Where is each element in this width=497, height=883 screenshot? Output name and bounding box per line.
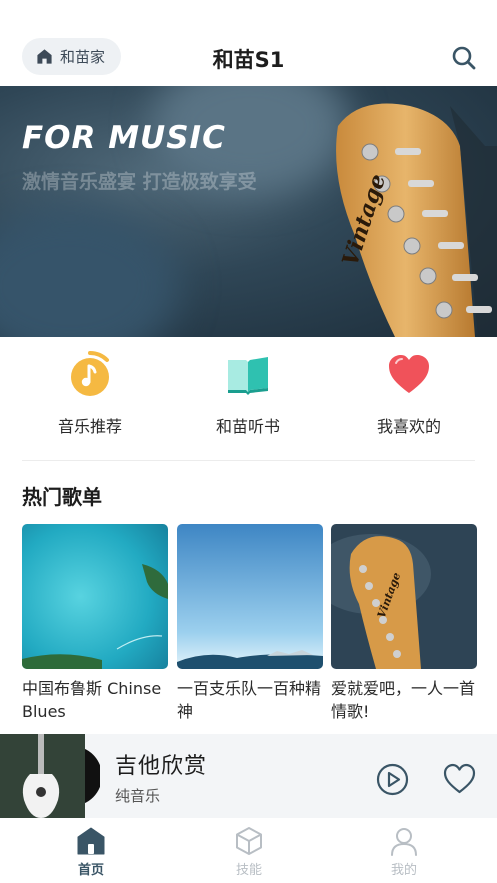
quick-action-favorites[interactable]: 我喜欢的 — [339, 351, 479, 437]
cube-icon — [236, 827, 262, 855]
home-icon — [77, 827, 105, 855]
heart-icon — [389, 355, 429, 393]
playlist-card[interactable]: 一百支乐队一百种精神 — [177, 524, 323, 723]
quick-action-label: 和苗听书 — [215, 417, 280, 436]
album-art-image — [0, 734, 100, 818]
book-icon — [228, 357, 268, 395]
banner-subtitle: 激情音乐盛宴 打造极致享受 — [22, 171, 257, 193]
music-note-icon — [71, 351, 109, 396]
banner-bg-shape — [0, 206, 180, 337]
playlist-cover — [177, 524, 323, 669]
search-icon[interactable] — [451, 45, 477, 71]
playlist-card[interactable]: 中国布鲁斯 Chinse Blues — [22, 524, 168, 723]
play-icon[interactable] — [376, 763, 409, 796]
playlist-title: 中国布鲁斯 Chinse Blues — [22, 679, 162, 721]
now-playing-artwork — [0, 734, 100, 818]
tab-label: 我的 — [390, 863, 417, 878]
quick-action-label: 音乐推荐 — [57, 417, 122, 436]
promo-banner[interactable]: FOR MUSIC 激情音乐盛宴 打造极致享受 Vintage — [0, 86, 497, 337]
section-divider — [22, 460, 475, 461]
playlist-cover-image — [22, 524, 168, 669]
favorite-heart-icon[interactable] — [443, 763, 476, 796]
hot-playlists-title: 热门歌单 — [22, 485, 102, 509]
user-icon — [391, 828, 417, 856]
tab-label: 技能 — [235, 863, 262, 878]
tab-profile[interactable]: 我的 — [354, 826, 454, 878]
now-playing-title: 吉他欣赏 — [115, 754, 208, 779]
playlist-cover: Vintage — [331, 524, 477, 669]
playlist-title: 爱就爱吧，一人一首情歌! — [331, 679, 476, 721]
playlist-cover-image: Vintage — [331, 524, 477, 669]
tab-home[interactable]: 首页 — [41, 826, 141, 878]
quick-action-music-recommend[interactable]: 音乐推荐 — [20, 351, 160, 437]
quick-actions: 音乐推荐 和苗听书 我喜欢的 — [0, 337, 497, 461]
playlist-cover-image — [177, 524, 323, 669]
bottom-tab-bar: 首页 技能 我的 — [0, 818, 497, 883]
app-header: 和苗家 和苗S1 — [0, 0, 497, 86]
banner-title: FOR MUSIC — [22, 120, 226, 156]
playlist-title: 一百支乐队一百种精神 — [177, 679, 322, 721]
page-title: 和苗S1 — [212, 48, 285, 72]
tab-skills[interactable]: 技能 — [199, 826, 299, 878]
quick-action-audiobook[interactable]: 和苗听书 — [178, 351, 318, 437]
mini-player[interactable]: 吉他欣赏 纯音乐 — [0, 734, 497, 818]
guitar-headstock-image: Vintage — [336, 103, 497, 337]
playlist-card[interactable]: Vintage 爱就爱吧，一人一首情歌! — [331, 524, 477, 723]
tab-label: 首页 — [77, 863, 104, 878]
now-playing-genre: 纯音乐 — [115, 787, 161, 805]
quick-action-label: 我喜欢的 — [376, 417, 441, 436]
playlist-cover — [22, 524, 168, 669]
